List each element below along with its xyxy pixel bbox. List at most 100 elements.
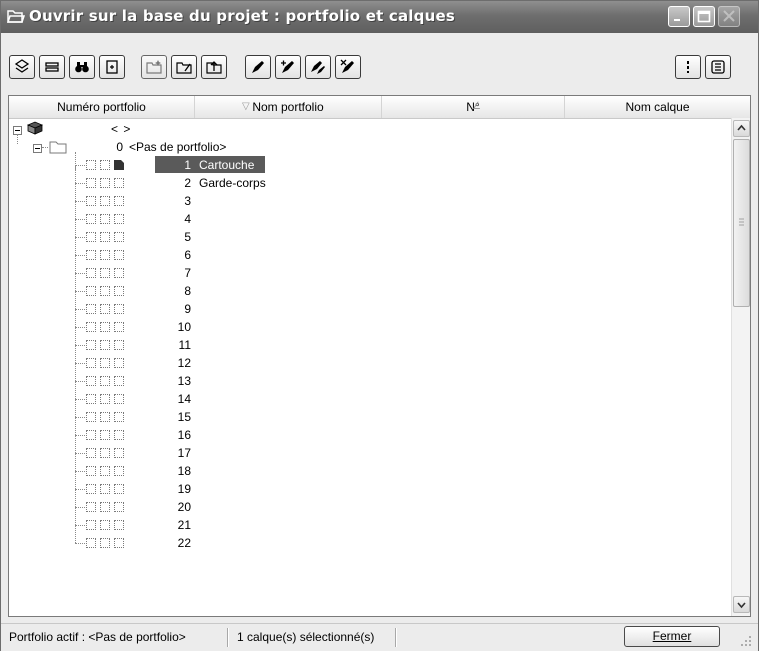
active-toggle-box[interactable]	[114, 196, 124, 206]
find-button[interactable]	[69, 55, 95, 79]
active-toggle-box[interactable]	[114, 538, 124, 548]
lock-toggle-box[interactable]	[100, 430, 110, 440]
layer-row[interactable]: 5	[9, 219, 731, 246]
active-toggle-box[interactable]	[114, 412, 124, 422]
header-nom-portfolio[interactable]: ▽ Nom portfolio	[195, 96, 382, 118]
visible-toggle-box[interactable]	[86, 268, 96, 278]
active-toggle-box[interactable]	[114, 322, 124, 332]
active-toggle-box[interactable]	[114, 304, 124, 314]
lock-toggle-box[interactable]	[100, 178, 110, 188]
lock-toggle-box[interactable]	[100, 502, 110, 512]
header-nom-calque[interactable]: Nom calque	[565, 96, 750, 118]
lock-toggle-box[interactable]	[100, 160, 110, 170]
visible-toggle-box[interactable]	[86, 286, 96, 296]
layer-row[interactable]: 7	[9, 255, 731, 282]
lock-toggle-box[interactable]	[100, 322, 110, 332]
scroll-down-button[interactable]	[733, 596, 750, 613]
active-toggle-box[interactable]	[114, 250, 124, 260]
lock-toggle-box[interactable]	[100, 340, 110, 350]
maximize-button[interactable]	[693, 6, 715, 27]
layer-row[interactable]: 14	[9, 381, 731, 408]
header-numero-portfolio[interactable]: Numéro portfolio	[9, 96, 195, 118]
title-bar[interactable]: Ouvrir sur la base du projet : portfolio…	[1, 1, 758, 33]
active-toggle-box[interactable]	[114, 178, 124, 188]
layer-row[interactable]: 15	[9, 399, 731, 426]
activate-selected-button[interactable]	[275, 55, 301, 79]
visible-toggle-box[interactable]	[86, 358, 96, 368]
scroll-up-button[interactable]	[733, 120, 750, 137]
header-numero-calque[interactable]: ∠ N°	[382, 96, 565, 118]
layer-row[interactable]: 17	[9, 435, 731, 462]
layer-row[interactable]: 20	[9, 489, 731, 516]
lock-toggle-box[interactable]	[100, 538, 110, 548]
lock-toggle-box[interactable]	[100, 232, 110, 242]
layer-row[interactable]: 18	[9, 453, 731, 480]
active-toggle-box[interactable]	[114, 394, 124, 404]
vertical-scrollbar[interactable]	[731, 118, 750, 616]
active-toggle-box[interactable]	[114, 268, 124, 278]
visible-toggle-box[interactable]	[86, 412, 96, 422]
active-toggle-box[interactable]	[114, 502, 124, 512]
visible-toggle-box[interactable]	[86, 430, 96, 440]
move-to-portfolio-button[interactable]	[201, 55, 227, 79]
edit-portfolio-button[interactable]	[171, 55, 197, 79]
new-portfolio-button[interactable]	[141, 55, 167, 79]
layer-properties-button[interactable]	[39, 55, 65, 79]
visible-toggle-box[interactable]	[86, 232, 96, 242]
active-toggle-box[interactable]	[114, 520, 124, 530]
lock-toggle-box[interactable]	[100, 394, 110, 404]
visible-toggle-box[interactable]	[86, 466, 96, 476]
active-toggle-box[interactable]	[114, 232, 124, 242]
visible-toggle-box[interactable]	[86, 250, 96, 260]
lock-toggle-box[interactable]	[100, 358, 110, 368]
layer-row[interactable]: 9	[9, 291, 731, 318]
tree-folder-row[interactable]: 0 <Pas de portfolio>	[9, 134, 731, 156]
visible-toggle-box[interactable]	[86, 520, 96, 530]
layer-row[interactable]: 22	[9, 525, 731, 552]
layer-row[interactable]: 6	[9, 237, 731, 264]
close-button[interactable]: Fermer	[624, 626, 720, 647]
close-window-button[interactable]	[718, 6, 740, 27]
lock-toggle-box[interactable]	[100, 448, 110, 458]
visible-toggle-box[interactable]	[86, 394, 96, 404]
list-view-button[interactable]	[705, 55, 731, 79]
visible-toggle-box[interactable]	[86, 214, 96, 224]
visible-toggle-box[interactable]	[86, 484, 96, 494]
layer-row[interactable]: 8	[9, 273, 731, 300]
lock-toggle-box[interactable]	[100, 214, 110, 224]
active-toggle-box[interactable]	[114, 448, 124, 458]
scroll-thumb[interactable]	[733, 139, 750, 307]
tree-root-row[interactable]: < >	[9, 120, 731, 138]
lock-toggle-box[interactable]	[100, 412, 110, 422]
lock-toggle-box[interactable]	[100, 484, 110, 494]
layer-row[interactable]: 13	[9, 363, 731, 390]
layer-row[interactable]: 11	[9, 327, 731, 354]
options-button[interactable]	[675, 55, 701, 79]
active-layer-icon[interactable]	[114, 160, 124, 170]
lock-toggle-box[interactable]	[100, 268, 110, 278]
deactivate-button[interactable]	[335, 55, 361, 79]
layer-row[interactable]: 1 Cartouche	[9, 152, 731, 174]
visible-toggle-box[interactable]	[86, 322, 96, 332]
root-nav-arrows[interactable]: < >	[111, 122, 131, 136]
add-layer-button[interactable]	[9, 55, 35, 79]
visible-toggle-box[interactable]	[86, 196, 96, 206]
active-toggle-box[interactable]	[114, 484, 124, 494]
layer-row[interactable]: 4	[9, 201, 731, 228]
active-toggle-box[interactable]	[114, 286, 124, 296]
activate-all-button[interactable]	[305, 55, 331, 79]
visible-toggle-box[interactable]	[86, 340, 96, 350]
lock-toggle-box[interactable]	[100, 520, 110, 530]
minimize-button[interactable]	[668, 6, 690, 27]
visible-toggle-box[interactable]	[86, 304, 96, 314]
lock-toggle-box[interactable]	[100, 196, 110, 206]
active-toggle-box[interactable]	[114, 340, 124, 350]
copy-button[interactable]	[99, 55, 125, 79]
collapse-toggle-icon[interactable]	[33, 142, 42, 156]
lock-toggle-box[interactable]	[100, 250, 110, 260]
layer-row[interactable]: 3	[9, 183, 731, 210]
visible-toggle-box[interactable]	[86, 502, 96, 512]
lock-toggle-box[interactable]	[100, 466, 110, 476]
activate-layer-button[interactable]	[245, 55, 271, 79]
layer-row[interactable]: 19	[9, 471, 731, 498]
